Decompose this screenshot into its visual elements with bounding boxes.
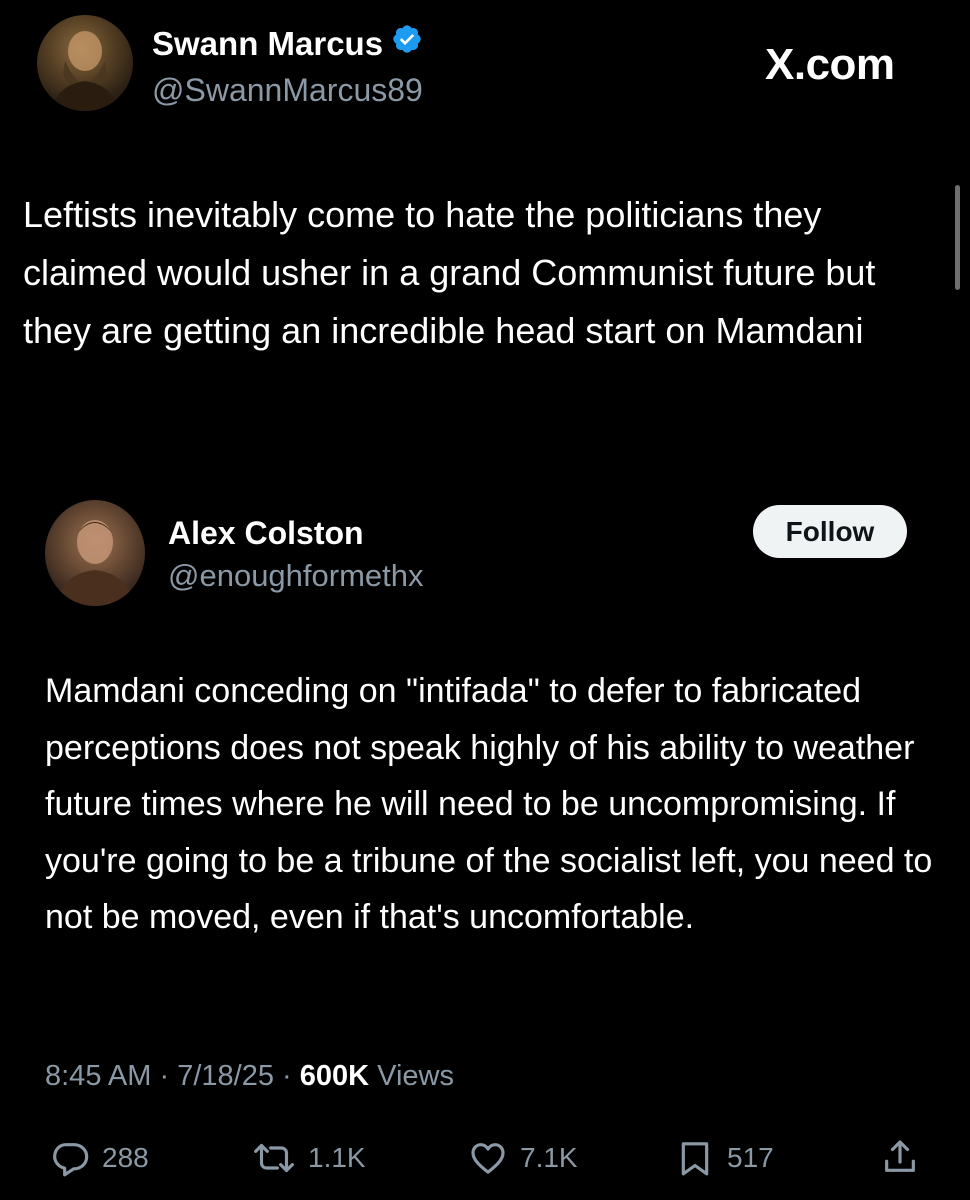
reply-button[interactable]: 288 bbox=[50, 1138, 149, 1178]
avatar[interactable] bbox=[37, 15, 133, 111]
portrait-image bbox=[51, 31, 119, 111]
repost-button[interactable]: 1.1K bbox=[252, 1138, 366, 1178]
repost-icon bbox=[252, 1138, 296, 1178]
scrollbar[interactable] bbox=[955, 185, 960, 290]
share-button[interactable] bbox=[880, 1136, 920, 1178]
bookmark-icon bbox=[675, 1138, 715, 1178]
views-count: 600K bbox=[299, 1060, 370, 1092]
tweet-meta: 8:45 AM · 7/18/25 · 600K Views bbox=[45, 1056, 454, 1096]
reply-icon bbox=[50, 1138, 90, 1178]
quoted-tweet-text: Mamdani conceding on "intifada" to defer… bbox=[45, 672, 933, 936]
share-icon bbox=[880, 1136, 920, 1178]
profile-photo-image bbox=[55, 520, 135, 606]
author-handle[interactable]: @SwannMarcus89 bbox=[152, 68, 423, 112]
meta-separator: · bbox=[159, 1060, 170, 1092]
quoted-author-name[interactable]: Alex Colston bbox=[168, 512, 364, 554]
like-count: 7.1K bbox=[520, 1142, 578, 1173]
author-name[interactable]: Swann Marcus bbox=[152, 22, 423, 66]
heart-icon bbox=[468, 1138, 508, 1178]
bookmark-button[interactable]: 517 bbox=[675, 1138, 774, 1178]
reply-count: 288 bbox=[102, 1142, 149, 1173]
repost-count: 1.1K bbox=[308, 1142, 366, 1173]
author-name-text: Swann Marcus bbox=[152, 25, 384, 62]
views-label: Views bbox=[377, 1060, 454, 1092]
site-label: X.com bbox=[765, 40, 895, 89]
quoted-author-handle[interactable]: @enoughformethx bbox=[168, 555, 424, 597]
follow-button[interactable]: Follow bbox=[753, 505, 907, 558]
tweet-text: Leftists inevitably come to hate the pol… bbox=[23, 194, 876, 351]
tweet-date[interactable]: 7/18/25 bbox=[177, 1060, 274, 1092]
meta-separator: · bbox=[282, 1060, 292, 1092]
tweet-time[interactable]: 8:45 AM bbox=[45, 1060, 151, 1092]
verified-badge-icon bbox=[391, 22, 423, 66]
bookmark-count: 517 bbox=[727, 1142, 774, 1173]
quoted-author-avatar[interactable] bbox=[45, 500, 145, 606]
like-button[interactable]: 7.1K bbox=[468, 1138, 578, 1178]
